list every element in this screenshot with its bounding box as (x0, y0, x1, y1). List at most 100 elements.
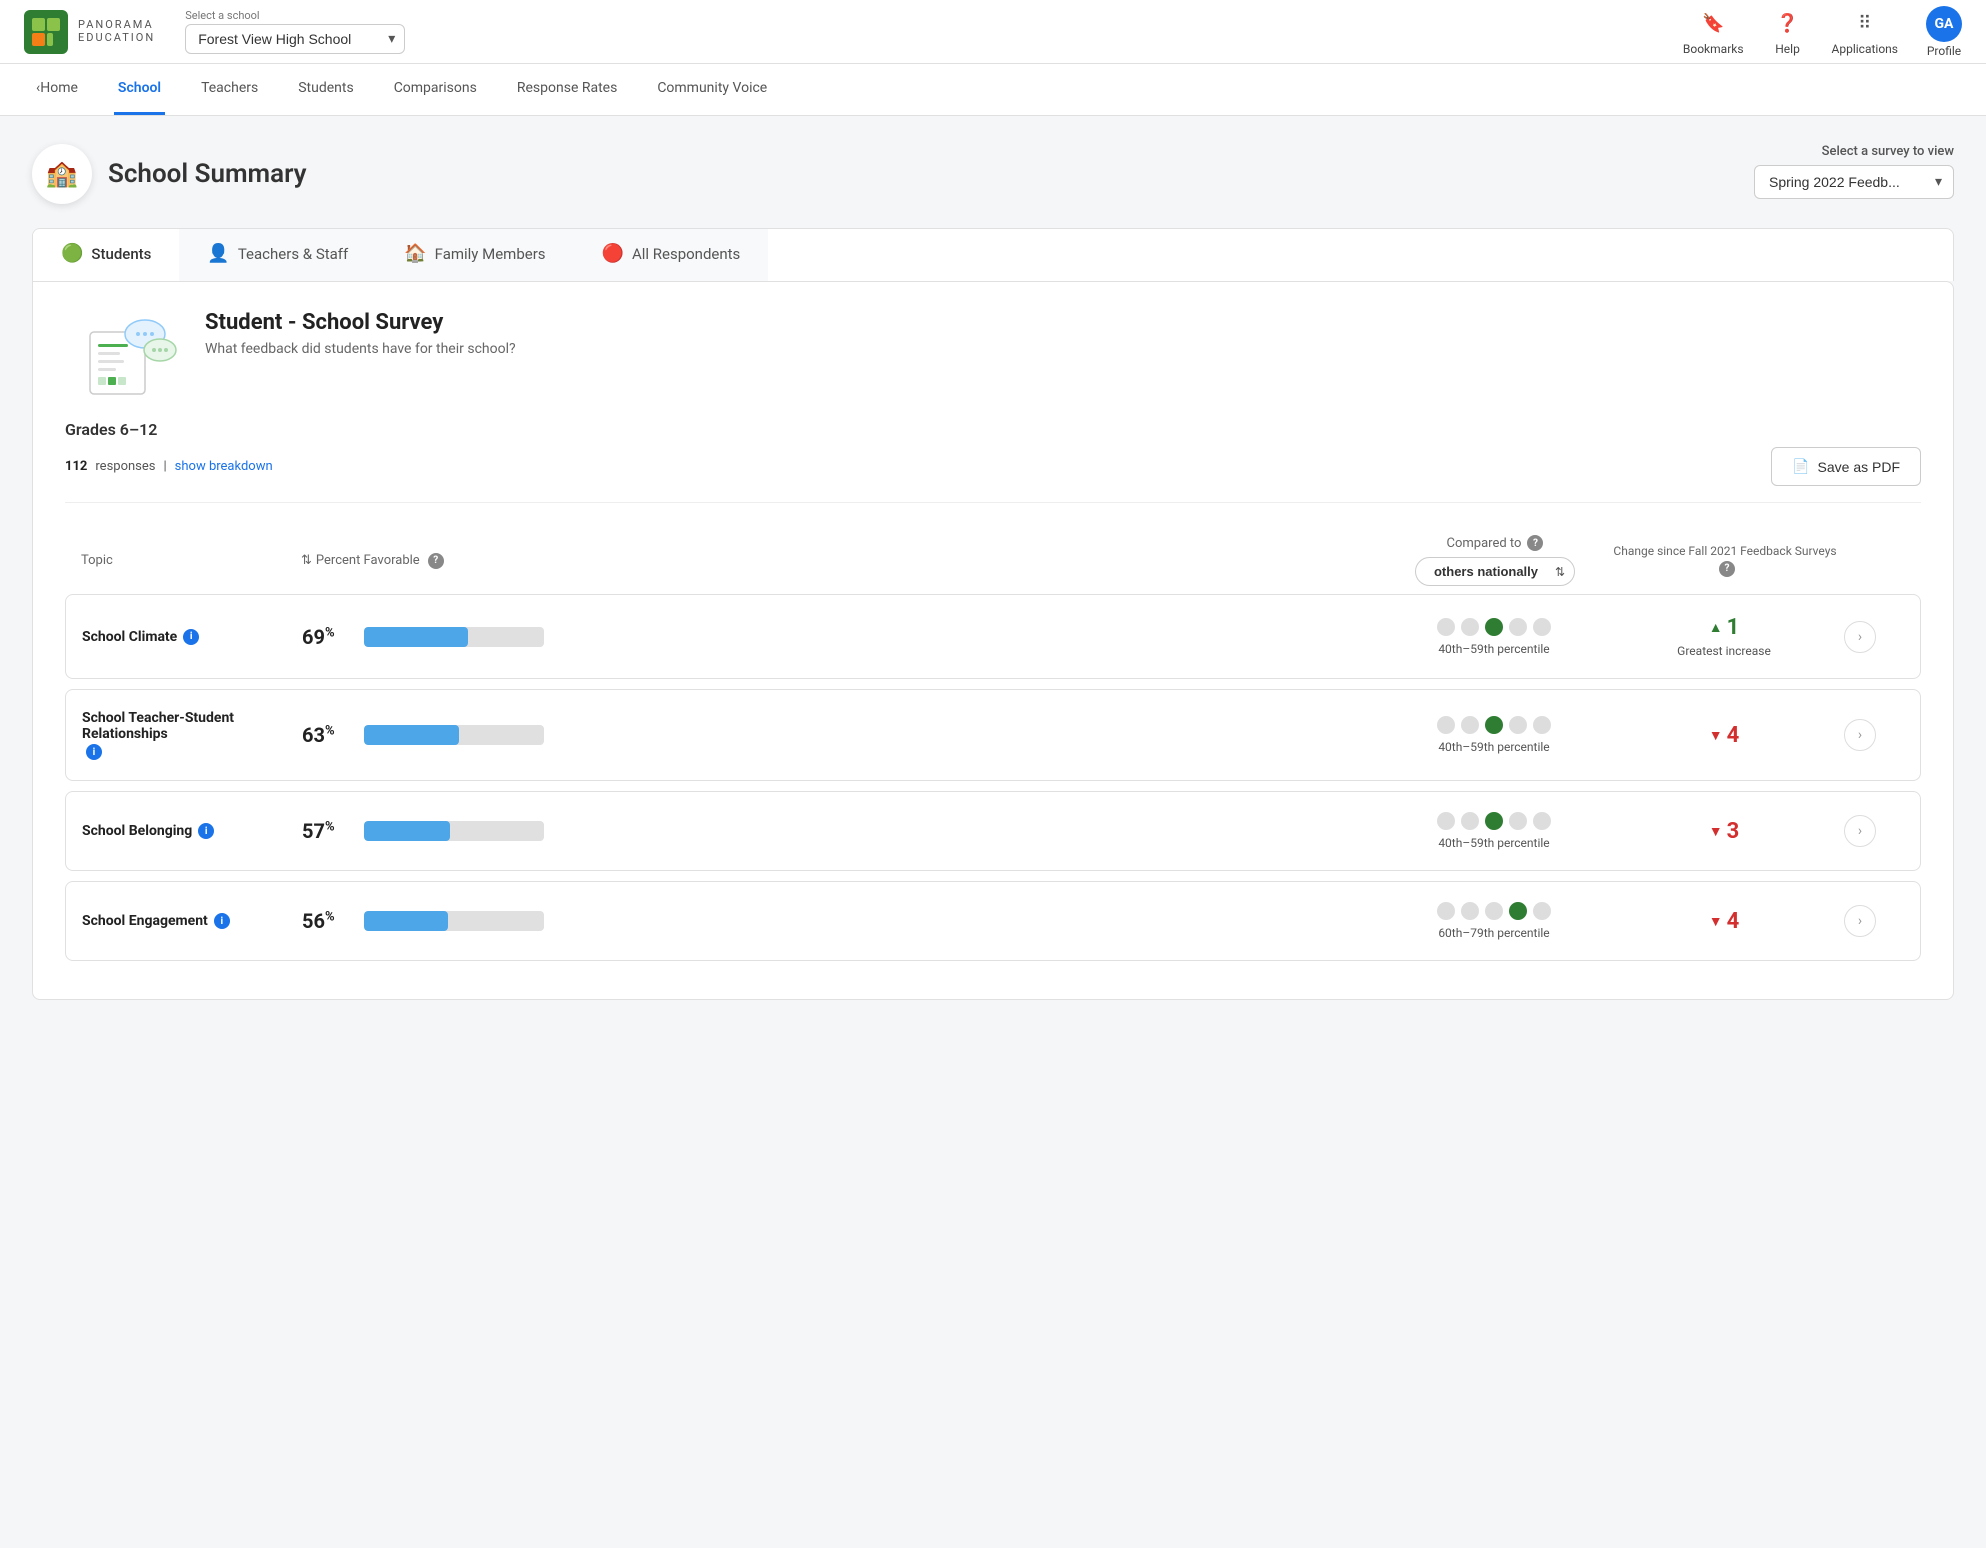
tab-family-members[interactable]: 🏠 Family Members (376, 229, 573, 281)
title-icon-wrap: 🏫 (32, 144, 92, 204)
col-topic-header: Topic (81, 553, 301, 568)
topic-name-2: School Belonging i (82, 823, 302, 839)
change-area-3: ▼ 4 (1604, 909, 1844, 934)
nav-item-students[interactable]: Students (294, 64, 357, 115)
nav-item-community-voice[interactable]: Community Voice (653, 64, 771, 115)
pct-info-icon[interactable]: ? (428, 553, 444, 569)
tab-teachers-staff[interactable]: 👤 Teachers & Staff (179, 229, 376, 281)
survey-illustration (65, 310, 185, 400)
survey-selector-area: Select a survey to view Spring 2022 Feed… (1754, 144, 1954, 199)
percentile-dot-2 (1485, 902, 1503, 920)
percentile-dot-4 (1533, 716, 1551, 734)
topic-info-icon-2[interactable]: i (198, 823, 214, 839)
progress-bar-fill-3 (364, 911, 448, 931)
topic-info-icon-3[interactable]: i (214, 913, 230, 929)
tab-all-respondents[interactable]: 🔴 All Respondents (574, 229, 769, 281)
progress-bar-wrap-2 (364, 821, 544, 841)
pct-value-2: 57% (302, 819, 352, 843)
select-survey-label: Select a survey to view (1754, 144, 1954, 159)
change-value-2: ▼ 3 (1709, 819, 1739, 844)
percentile-dots-2: 40th–59th percentile (1384, 812, 1604, 850)
page-title: School Summary (108, 159, 307, 189)
percentile-dot-3 (1509, 902, 1527, 920)
percentile-dot-0 (1437, 618, 1455, 636)
table-row: School Climate i 69% 40th–59th percentil… (65, 594, 1921, 679)
percentile-label-0: 40th–59th percentile (1438, 642, 1549, 656)
compared-select[interactable]: others nationally (1415, 557, 1575, 586)
applications-nav-action[interactable]: ⠿ Applications (1832, 8, 1898, 56)
row-arrow-2[interactable]: › (1844, 815, 1876, 847)
row-arrow-1[interactable]: › (1844, 719, 1876, 751)
school-select-wrap[interactable]: Forest View High School (185, 24, 405, 54)
nav-item-response-rates[interactable]: Response Rates (513, 64, 621, 115)
dots-row-0 (1437, 618, 1551, 636)
page-title-area: 🏫 School Summary (32, 144, 307, 204)
nav-item-comparisons[interactable]: Comparisons (390, 64, 481, 115)
change-area-1: ▼ 4 (1604, 723, 1844, 748)
change-info-icon[interactable]: ? (1719, 561, 1735, 577)
percentile-dots-1: 40th–59th percentile (1384, 716, 1604, 754)
change-value-0: ▲ 1 (1709, 615, 1739, 640)
school-select[interactable]: Forest View High School (185, 24, 405, 54)
percentile-dot-0 (1437, 716, 1455, 734)
pct-area-1: 63% (302, 723, 1384, 747)
nav-item-school[interactable]: School (114, 64, 165, 115)
help-nav-action[interactable]: ❓ Help (1772, 8, 1804, 56)
row-arrow-0[interactable]: › (1844, 621, 1876, 653)
applications-label: Applications (1832, 42, 1898, 56)
percentile-dot-2 (1485, 716, 1503, 734)
show-breakdown-link[interactable]: show breakdown (175, 459, 273, 474)
compared-info-icon[interactable]: ? (1527, 535, 1543, 551)
compared-select-wrap[interactable]: others nationally (1415, 557, 1575, 586)
survey-select-wrap[interactable]: Spring 2022 Feedb... (1754, 165, 1954, 199)
bookmarks-nav-action[interactable]: 🔖 Bookmarks (1683, 8, 1744, 56)
students-tab-icon: 🟢 (61, 243, 83, 264)
top-nav-actions: 🔖 Bookmarks ❓ Help ⠿ Applications GA Pro… (1683, 6, 1962, 58)
percentile-dot-0 (1437, 902, 1455, 920)
percentile-dot-4 (1533, 618, 1551, 636)
change-arrow-3: ▼ (1709, 913, 1723, 930)
profile-avatar: GA (1926, 6, 1962, 42)
change-arrow-0: ▲ (1709, 619, 1723, 636)
change-arrow-2: ▼ (1709, 823, 1723, 840)
percentile-dot-4 (1533, 812, 1551, 830)
row-arrow-wrap-0: › (1844, 621, 1904, 653)
topic-info-icon-0[interactable]: i (183, 629, 199, 645)
col-pct-header: ⇅ Percent Favorable ? (301, 553, 1385, 569)
logo-sub: EDUCATION (78, 32, 155, 44)
pipe-separator: | (163, 459, 166, 474)
pct-area-0: 69% (302, 625, 1384, 649)
percentile-label-3: 60th–79th percentile (1438, 926, 1549, 940)
logo-text: PANORAMA EDUCATION (78, 19, 155, 43)
secondary-nav: Home School Teachers Students Comparison… (0, 64, 1986, 116)
nav-item-home[interactable]: Home (32, 64, 82, 115)
main-content: 🏫 School Summary Select a survey to view… (0, 116, 1986, 1028)
survey-title: Student - School Survey (205, 310, 516, 335)
survey-text-area: Student - School Survey What feedback di… (205, 310, 516, 357)
survey-select[interactable]: Spring 2022 Feedb... (1754, 165, 1954, 199)
pct-value-3: 56% (302, 909, 352, 933)
teachers-tab-label: Teachers & Staff (238, 245, 348, 263)
percentile-dot-2 (1485, 812, 1503, 830)
change-arrow-1: ▼ (1709, 727, 1723, 744)
logo-area: PANORAMA EDUCATION (24, 10, 155, 54)
tab-students[interactable]: 🟢 Students (33, 229, 179, 281)
pct-value-0: 69% (302, 625, 352, 649)
percentile-dots-3: 60th–79th percentile (1384, 902, 1604, 940)
row-arrow-3[interactable]: › (1844, 905, 1876, 937)
pct-label: Percent Favorable (316, 553, 420, 568)
bookmark-icon: 🔖 (1697, 8, 1729, 40)
topic-info-icon-1[interactable]: i (86, 744, 102, 760)
students-tab-label: Students (91, 245, 151, 263)
profile-nav-action[interactable]: GA Profile (1926, 6, 1962, 58)
save-pdf-button[interactable]: 📄 Save as PDF (1771, 447, 1921, 486)
page-header: 🏫 School Summary Select a survey to view… (32, 144, 1954, 204)
logo-name: PANORAMA (78, 19, 155, 31)
all-tab-label: All Respondents (632, 245, 740, 263)
row-arrow-wrap-1: › (1844, 719, 1904, 751)
percentile-dot-3 (1509, 716, 1527, 734)
nav-item-teachers[interactable]: Teachers (197, 64, 262, 115)
top-nav: PANORAMA EDUCATION Select a school Fores… (0, 0, 1986, 64)
survey-header: Student - School Survey What feedback di… (65, 310, 1921, 400)
row-arrow-wrap-2: › (1844, 815, 1904, 847)
